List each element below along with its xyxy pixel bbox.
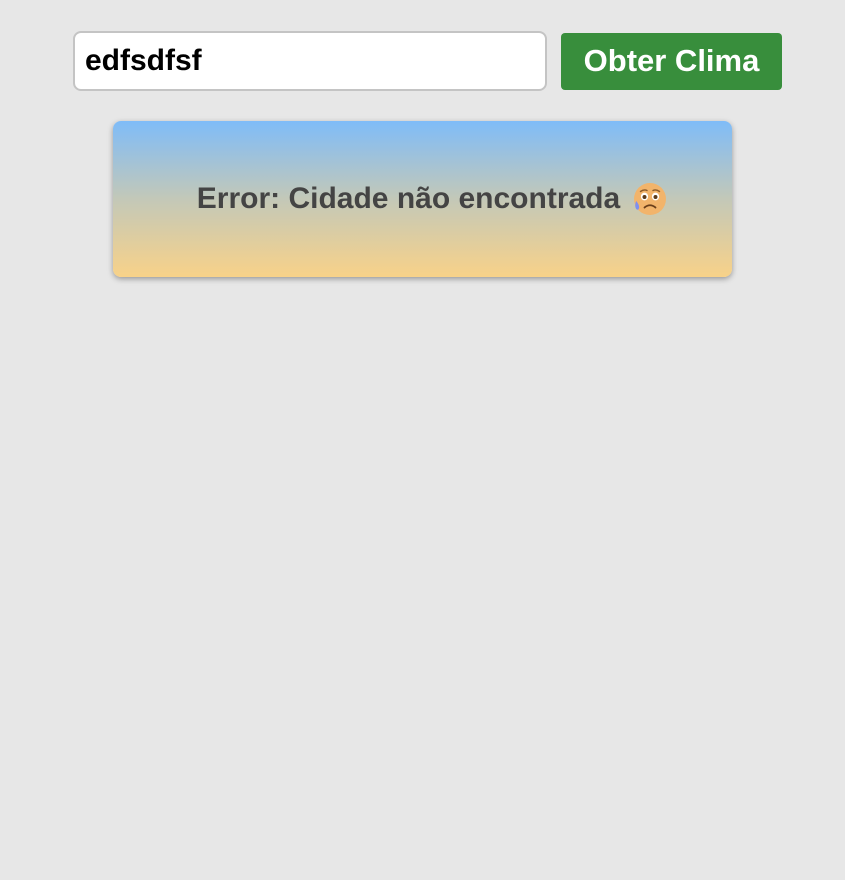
error-message: Error: Cidade não encontrada [197,181,668,217]
sad-face-icon [634,183,667,215]
search-bar: Obter Clima [73,31,782,91]
get-weather-button[interactable]: Obter Clima [561,32,782,90]
city-search-input[interactable] [73,31,547,91]
error-text: Error: Cidade não encontrada [196,182,621,215]
weather-result-card: Error: Cidade não encontrada [113,121,732,277]
